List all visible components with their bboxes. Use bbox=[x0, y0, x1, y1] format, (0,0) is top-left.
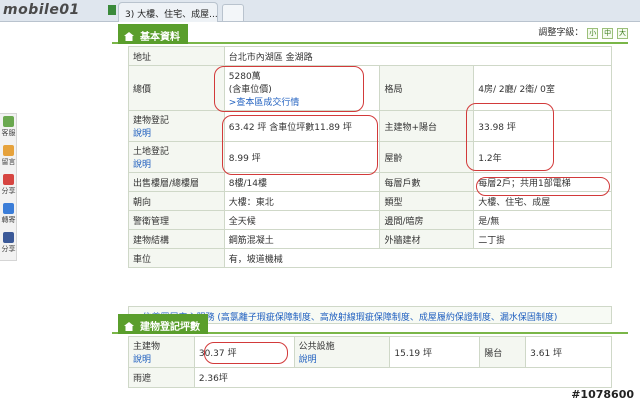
font-size-label: 調整字級： bbox=[538, 28, 584, 38]
reg-eaves-label: 雨遮 bbox=[128, 367, 195, 388]
layout-label: 格局 bbox=[379, 65, 475, 111]
sidebar-item-forward[interactable]: 轉寄 bbox=[0, 203, 17, 225]
table-row: 車位 有，坡道機械 bbox=[128, 248, 613, 268]
units-highlight-oval bbox=[476, 177, 610, 196]
site-logo[interactable]: mobile01 bbox=[3, 2, 80, 18]
reg-main-explain-link[interactable]: 說明 bbox=[133, 352, 190, 365]
age-label: 屋齡 bbox=[379, 141, 475, 173]
message-icon bbox=[3, 145, 14, 156]
mgmt-value: 全天候 bbox=[223, 210, 381, 230]
sidebar-item-label: 分享 bbox=[1, 187, 16, 195]
reg-balcony-value: 3.61 坪 bbox=[525, 336, 612, 368]
table-row: 建物結構 鋼筋混凝土 外牆建材 二丁掛 bbox=[128, 229, 612, 249]
building-reg-label: 建物登記 bbox=[133, 116, 170, 126]
reg-main-label: 主建物 bbox=[133, 342, 161, 352]
address-value: 台北市內湖區 金湖路 bbox=[223, 46, 613, 66]
facing-label: 朝向 bbox=[128, 191, 225, 211]
reg-balcony-label: 陽台 bbox=[479, 336, 527, 368]
font-size-large-button[interactable]: 大 bbox=[617, 28, 628, 39]
page: mobile01 3) 大樓、住宅、成屋... 客服 留言 分享 轉寄 分享 基… bbox=[0, 0, 640, 404]
home-icon bbox=[124, 322, 134, 331]
reg-main-label-cell: 主建物 說明 bbox=[128, 336, 195, 368]
land-reg-label: 土地登記 bbox=[133, 147, 170, 157]
sidebar-item-message[interactable]: 留言 bbox=[0, 145, 17, 167]
share-sidebar: 客服 留言 分享 轉寄 分享 bbox=[0, 113, 17, 261]
land-reg-label-cell: 土地登記 說明 bbox=[128, 141, 225, 173]
table-row: 雨遮 2.36坪 bbox=[128, 367, 613, 388]
sidebar-item-label: 分享 bbox=[1, 245, 16, 253]
wall-label: 外牆建材 bbox=[379, 229, 475, 249]
font-size-control: 調整字級： 小 中 大 bbox=[538, 25, 628, 39]
service-icon bbox=[3, 116, 14, 127]
units-label: 每層戶數 bbox=[379, 172, 475, 192]
basic-info-header: 基本資料 調整字級： 小 中 大 bbox=[112, 24, 628, 44]
parking-value: 有，坡道機械 bbox=[223, 248, 613, 268]
structure-value: 鋼筋混凝土 bbox=[223, 229, 381, 249]
structure-label: 建物結構 bbox=[128, 229, 225, 249]
sidebar-item-label: 客服 bbox=[1, 129, 16, 137]
mgmt-label: 警衛管理 bbox=[128, 210, 225, 230]
table-row: 地址 台北市內湖區 金湖路 bbox=[128, 46, 613, 66]
sidebar-item-share[interactable]: 分享 bbox=[0, 174, 17, 196]
floor-label: 出售樓層/總樓層 bbox=[128, 172, 225, 192]
reg-public-label: 公共設施 bbox=[298, 342, 335, 352]
reg-public-explain-link[interactable]: 說明 bbox=[299, 352, 386, 365]
sidebar-item-label: 轉寄 bbox=[1, 216, 16, 224]
type-label: 類型 bbox=[379, 191, 475, 211]
facebook-icon bbox=[3, 232, 14, 243]
listing-panel: 基本資料 調整字級： 小 中 大 地址 台北市內湖區 金湖路 總價 5280萬 … bbox=[112, 22, 628, 404]
main-balcony-label: 主建物+陽台 bbox=[379, 110, 475, 142]
parking-label: 車位 bbox=[128, 248, 225, 268]
reg-public-value: 15.19 坪 bbox=[389, 336, 481, 368]
browser-tab-strip: mobile01 3) 大樓、住宅、成屋... bbox=[0, 0, 640, 22]
browser-tab[interactable]: 3) 大樓、住宅、成屋... bbox=[118, 2, 218, 22]
font-size-medium-button[interactable]: 中 bbox=[602, 28, 614, 39]
floor-value: 8樓/14樓 bbox=[223, 172, 381, 192]
price-label: 總價 bbox=[128, 65, 225, 111]
mail-icon bbox=[3, 203, 14, 214]
basic-info-title: 基本資料 bbox=[118, 24, 188, 44]
address-label: 地址 bbox=[128, 46, 225, 66]
wall-value: 二丁掛 bbox=[473, 229, 612, 249]
table-row: 主建物 說明 30.37 坪 公共設施 說明 15.19 坪 陽台 3.61 坪 bbox=[128, 336, 612, 368]
building-reg-explain-link[interactable]: 說明 bbox=[133, 126, 220, 139]
table-row: 警衛管理 全天候 邊間/暗房 是/無 bbox=[128, 210, 612, 230]
area-highlight-oval bbox=[222, 115, 378, 175]
reg-area-title: 建物登記坪數 bbox=[118, 314, 208, 334]
home-icon bbox=[124, 32, 134, 41]
land-reg-explain-link[interactable]: 說明 bbox=[133, 157, 220, 170]
dark-value: 是/無 bbox=[473, 210, 612, 230]
new-tab-button[interactable] bbox=[222, 4, 244, 21]
tab-favicon-icon bbox=[108, 5, 116, 15]
browser-tab-title: 3) 大樓、住宅、成屋... bbox=[125, 10, 218, 20]
sidebar-item-label: 留言 bbox=[1, 158, 16, 166]
post-id-watermark: #1078600 bbox=[571, 388, 634, 401]
sidebar-item-service[interactable]: 客服 bbox=[0, 116, 17, 138]
building-reg-label-cell: 建物登記 說明 bbox=[128, 110, 225, 142]
facing-value: 大樓：東北 bbox=[223, 191, 381, 211]
main-balcony-highlight-oval bbox=[466, 103, 554, 171]
reg-area-header: 建物登記坪數 bbox=[112, 314, 628, 334]
dark-label: 邊間/暗房 bbox=[379, 210, 475, 230]
sidebar-item-facebook[interactable]: 分享 bbox=[0, 232, 17, 254]
reg-eaves-value: 2.36坪 bbox=[193, 367, 613, 388]
share-icon bbox=[3, 174, 14, 185]
reg-area-table: 主建物 說明 30.37 坪 公共設施 說明 15.19 坪 陽台 3.61 坪… bbox=[128, 336, 613, 388]
font-size-small-button[interactable]: 小 bbox=[587, 28, 599, 39]
reg-public-label-cell: 公共設施 說明 bbox=[293, 336, 391, 368]
price-highlight-oval bbox=[214, 66, 364, 112]
reg-main-highlight-oval bbox=[204, 342, 288, 364]
